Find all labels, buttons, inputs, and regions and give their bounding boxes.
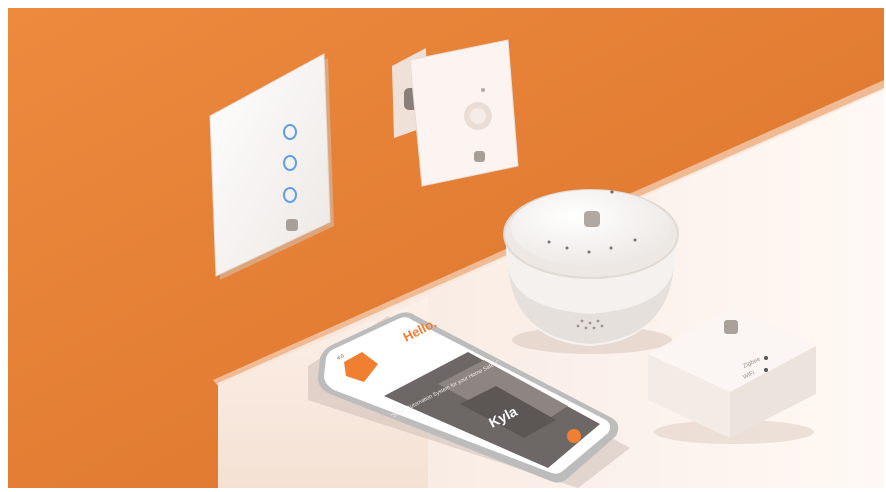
bridge-logo-icon [724, 320, 738, 334]
scene-illustration: Zigbee WiFi Hello. Kyla "Smart Automatio… [8, 8, 884, 488]
sensor-logo-icon [474, 151, 485, 162]
switch-logo-icon [286, 219, 298, 231]
product-scene: Zigbee WiFi Hello. Kyla "Smart Automatio… [8, 8, 884, 488]
phone-fab-button [567, 429, 581, 443]
hub-logo-icon [584, 211, 600, 227]
